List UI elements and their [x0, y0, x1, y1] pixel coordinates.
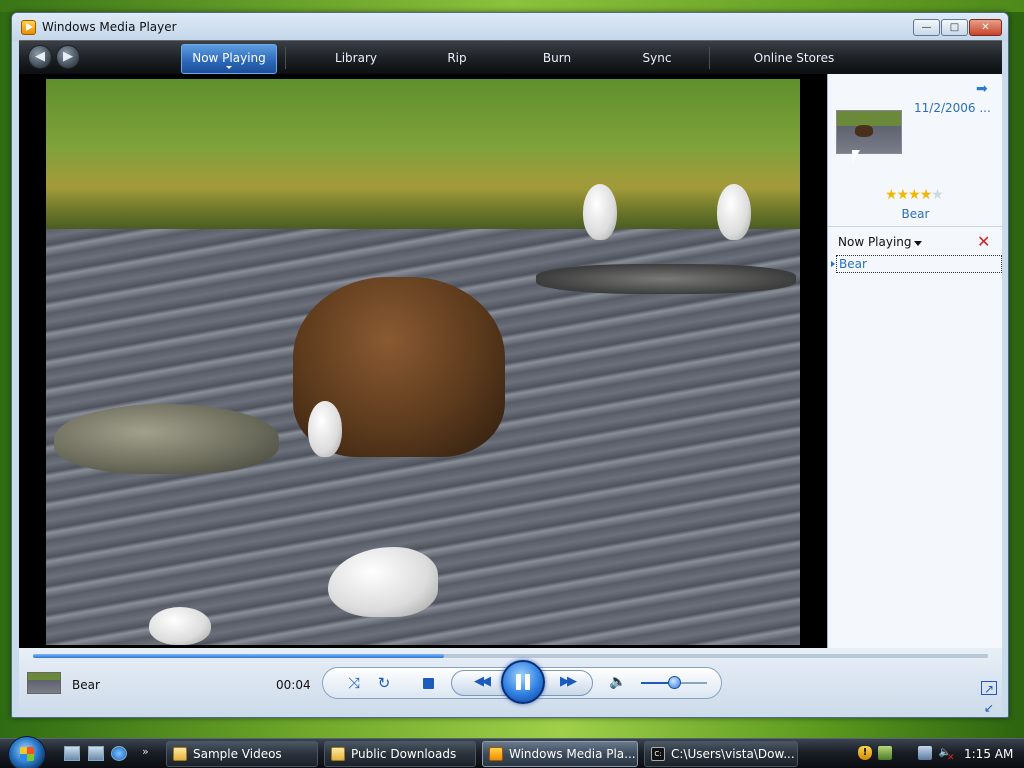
seek-progress [33, 654, 444, 658]
task-label: C:\Users\vista\Dow... [671, 747, 795, 761]
album-art[interactable] [836, 110, 902, 154]
taskbar-item-command-prompt[interactable]: C: C:\Users\vista\Dow... [644, 741, 798, 767]
shuffle-icon[interactable]: ⤨ [344, 674, 364, 692]
system-tray: ! 🔈 ✕ 1:15 AM [852, 741, 1024, 767]
video-gull [308, 401, 342, 457]
transport-controls: ⤨ ↻ ◀◀ ▶▶ 🔈 [322, 660, 722, 704]
start-button[interactable] [8, 736, 46, 768]
minimize-to-taskbar-icon[interactable]: ↙ [981, 701, 997, 715]
taskbar-item-public-downloads[interactable]: Public Downloads [324, 741, 476, 767]
seek-bar[interactable] [33, 654, 988, 658]
forward-arrow-icon[interactable]: ▶ [56, 45, 80, 69]
forward-arrow-icon[interactable]: ➡ [976, 82, 994, 96]
media-player-window: Windows Media Player — □ ✕ ◀ ▶ Now Playi… [11, 12, 1009, 718]
star-filled-icon[interactable]: ★ [897, 187, 910, 203]
album-date[interactable]: 11/2/2006 ... [914, 101, 991, 115]
playback-controls: Bear 00:04 ⤨ ↻ ◀◀ ▶▶ 🔈 ↗ ↙ [19, 648, 1002, 717]
taskbar-item-media-player[interactable]: Windows Media Pla... [482, 741, 638, 767]
switch-to-skin-icon[interactable]: ↗ [981, 681, 997, 696]
star-filled-icon[interactable]: ★ [908, 187, 921, 203]
desktop-wallpaper [0, 0, 1024, 12]
video-gull [717, 184, 751, 240]
network-icon[interactable] [918, 746, 932, 760]
maximize-button[interactable]: □ [941, 19, 968, 36]
tab-library[interactable]: Library [306, 41, 406, 75]
elapsed-time: 00:04 [276, 678, 311, 692]
rewind-icon[interactable]: ◀◀ [470, 674, 492, 689]
taskbar-item-sample-videos[interactable]: Sample Videos [166, 741, 318, 767]
playlist-header: Now Playing ✕ [828, 226, 1003, 256]
back-arrow-icon[interactable]: ◀ [28, 45, 52, 69]
tab-now-playing[interactable]: Now Playing [181, 44, 277, 74]
security-shield-icon[interactable]: ! [858, 746, 872, 760]
show-desktop-icon[interactable] [64, 746, 80, 761]
window-title: Windows Media Player [42, 20, 177, 34]
video-grass [46, 79, 800, 229]
media-player-icon [489, 747, 503, 761]
close-button[interactable]: ✕ [969, 19, 1002, 36]
minimize-button[interactable]: — [913, 19, 940, 36]
pause-icon[interactable] [501, 660, 545, 704]
speaker-icon[interactable]: 🔈 [609, 674, 627, 690]
video-gull [583, 184, 617, 240]
tab-sync[interactable]: Sync [607, 41, 707, 75]
chevron-down-icon[interactable] [914, 241, 922, 246]
album-name[interactable]: Bear [828, 207, 1003, 221]
nav-divider [709, 47, 710, 69]
video-rock [54, 404, 279, 474]
media-player-icon [21, 20, 36, 35]
internet-explorer-icon[interactable] [111, 746, 127, 761]
star-filled-icon[interactable]: ★ [920, 187, 933, 203]
volume-knob[interactable] [668, 676, 681, 689]
clock[interactable]: 1:15 AM [964, 747, 1013, 761]
playlist-item[interactable]: Bear [831, 255, 1002, 273]
video-area[interactable] [19, 74, 827, 648]
task-label: Public Downloads [351, 747, 457, 761]
task-label: Sample Videos [193, 747, 282, 761]
now-playing-thumbnail[interactable] [27, 672, 61, 694]
clear-list-icon[interactable]: ✕ [977, 232, 990, 251]
tab-rip[interactable]: Rip [407, 41, 507, 75]
taskbar: » Sample Videos Public Downloads Windows… [0, 736, 1024, 768]
title-bar[interactable]: Windows Media Player — □ ✕ [12, 13, 1008, 41]
command-prompt-icon: C: [651, 747, 665, 761]
video-gull [149, 607, 211, 645]
tab-online-stores[interactable]: Online Stores [731, 41, 857, 75]
navigation-bar: ◀ ▶ Now Playing Library Rip Burn Sync On… [19, 40, 1002, 74]
quick-launch-more-icon[interactable]: » [142, 745, 149, 758]
fast-forward-icon[interactable]: ▶▶ [556, 674, 578, 689]
stop-icon[interactable] [423, 678, 434, 689]
video-frame[interactable] [46, 79, 800, 645]
star-empty-icon[interactable]: ★ [931, 187, 944, 203]
nav-divider [285, 47, 286, 69]
star-rating[interactable]: ★★★★★ [885, 187, 944, 203]
mouse-cursor-icon [852, 150, 860, 164]
now-playing-pane: ➡ 11/2/2006 ... ★★★★★ Bear Now Playing ✕… [827, 74, 1003, 648]
switch-windows-icon[interactable] [88, 746, 104, 761]
muted-x-icon: ✕ [947, 753, 955, 763]
task-label: Windows Media Pla... [509, 747, 636, 761]
folder-icon [173, 747, 187, 761]
folder-icon [331, 747, 345, 761]
repeat-icon[interactable]: ↻ [374, 674, 394, 692]
playlist-title[interactable]: Now Playing [838, 235, 912, 249]
tab-burn[interactable]: Burn [507, 41, 607, 75]
video-rock [536, 264, 796, 294]
now-playing-title: Bear [72, 678, 100, 692]
windows-defender-icon[interactable] [878, 746, 892, 760]
star-filled-icon[interactable]: ★ [885, 187, 898, 203]
